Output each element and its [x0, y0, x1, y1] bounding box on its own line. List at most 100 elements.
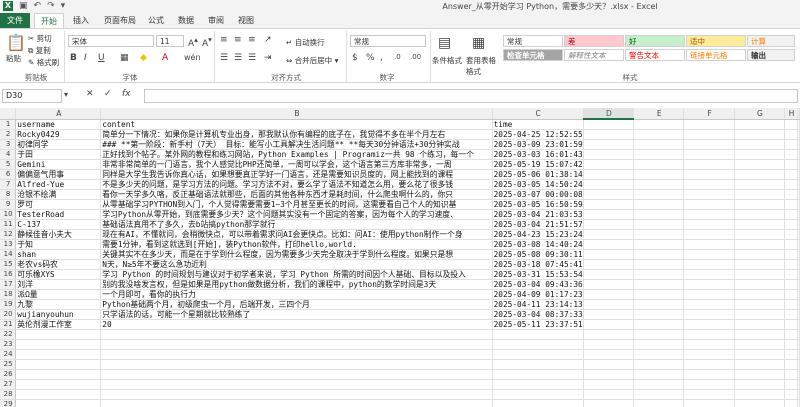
cell-b[interactable]: 基础语法真用不了多久，去b站搞python那学就行: [100, 219, 493, 230]
underline-icon[interactable]: U: [98, 53, 105, 63]
row-header[interactable]: 28: [0, 389, 17, 400]
cell-a[interactable]: [15, 339, 102, 350]
cell-h[interactable]: [784, 289, 798, 300]
cell-g[interactable]: [734, 229, 786, 240]
cell-f[interactable]: [683, 339, 735, 350]
cell-d[interactable]: [583, 319, 635, 330]
cell-c[interactable]: [492, 389, 584, 400]
cell-h[interactable]: [784, 149, 798, 160]
font-name-select[interactable]: 宋体: [68, 35, 154, 47]
cell-b[interactable]: [100, 399, 493, 407]
borders-icon[interactable]: ▦: [120, 53, 129, 63]
name-box[interactable]: D30: [2, 89, 62, 103]
row-header[interactable]: 13: [0, 239, 17, 250]
cell-e[interactable]: [633, 369, 685, 380]
cell-d[interactable]: [583, 269, 635, 280]
cell-g[interactable]: [734, 129, 786, 140]
cell-a[interactable]: wujianyouhun: [15, 309, 102, 320]
cell-g[interactable]: [734, 249, 786, 260]
align-center-icon[interactable]: ☰: [234, 53, 242, 63]
cell-a[interactable]: 静候佳音小夫大: [15, 229, 102, 240]
column-header-e[interactable]: E: [633, 108, 685, 120]
cell-g[interactable]: [734, 149, 786, 160]
cell-h[interactable]: [784, 159, 798, 170]
row-header[interactable]: 26: [0, 369, 17, 380]
cell-d[interactable]: [583, 169, 635, 180]
cell-a[interactable]: [15, 379, 102, 390]
cell-c[interactable]: [492, 399, 584, 407]
cell-f[interactable]: [683, 359, 735, 370]
cell-b[interactable]: [100, 339, 493, 350]
align-left-icon[interactable]: ☰: [220, 53, 228, 63]
cancel-icon[interactable]: ✕: [86, 89, 94, 99]
cell-f[interactable]: [683, 249, 735, 260]
worksheet[interactable]: A B C D E F G H 1 username content time 2 Rocky0429 简单…: [0, 108, 800, 407]
comma-icon[interactable]: ,: [380, 53, 383, 63]
cell-g[interactable]: [734, 119, 786, 130]
style-explanatory[interactable]: 解释性文本: [564, 49, 624, 61]
font-color-icon[interactable]: A: [162, 53, 168, 63]
cell-c[interactable]: 2025-04-09 01:17:23: [492, 289, 584, 300]
cell-b[interactable]: ### **第一阶段：新手村（7天） 目标：能写小工具解决生活问题** **每天…: [100, 139, 493, 150]
cell-a[interactable]: Alfred-Yue: [15, 179, 102, 190]
cell-e[interactable]: [633, 159, 685, 170]
cell-e[interactable]: [633, 269, 685, 280]
cell-b[interactable]: 关键其实不在多少天，而是在于学到什么程度，因为需要多少天完全取决于学到什么程度。…: [100, 249, 493, 260]
cell-f[interactable]: [683, 379, 735, 390]
cell-a[interactable]: 九黎: [15, 299, 102, 310]
increase-decimal-icon[interactable]: .0: [394, 53, 401, 61]
column-header-h[interactable]: H: [784, 108, 798, 120]
column-header-g[interactable]: G: [734, 108, 786, 120]
cell-b[interactable]: 同样是大学生我告诉你真心话，如果想要真正学好一门语言，还是需要知识员度的，网上能…: [100, 169, 493, 180]
number-format-select[interactable]: 常规: [350, 35, 426, 47]
column-header-b[interactable]: B: [100, 108, 493, 120]
cell-h[interactable]: [784, 349, 798, 360]
cell-b[interactable]: N天，N≥5年不要这么急功近利: [100, 259, 493, 270]
row-header[interactable]: 2: [0, 129, 17, 140]
conditional-format-icon[interactable]: ▤: [438, 35, 451, 51]
cell-h[interactable]: [784, 139, 798, 150]
cell-d[interactable]: [583, 379, 635, 390]
row-header[interactable]: 5: [0, 159, 17, 170]
cell-d[interactable]: [583, 209, 635, 220]
cell-b[interactable]: 从零基础学习PYTHON到入门，个人觉得需要需要1~3个月甚至更长的时间，这需要…: [100, 199, 493, 210]
cell-b[interactable]: [100, 329, 493, 340]
row-header[interactable]: 4: [0, 149, 17, 160]
cell-a[interactable]: Gemini: [15, 159, 102, 170]
cell-h[interactable]: [784, 389, 798, 400]
cell-b[interactable]: [100, 359, 493, 370]
row-header[interactable]: 8: [0, 189, 17, 200]
row-header[interactable]: 1: [0, 119, 17, 130]
style-normal[interactable]: 常规: [503, 35, 563, 47]
cell-c[interactable]: 2025-03-04 09:43:36: [492, 279, 584, 290]
cell-d[interactable]: [583, 299, 635, 310]
cell-c[interactable]: [492, 349, 584, 360]
cell-e[interactable]: [633, 259, 685, 270]
cell-h[interactable]: [784, 259, 798, 270]
fill-color-icon[interactable]: ◆: [140, 53, 147, 63]
cell-a[interactable]: TesterRoad: [15, 209, 102, 220]
cell-g[interactable]: [734, 389, 786, 400]
cell-e[interactable]: [633, 389, 685, 400]
cell-f[interactable]: [683, 319, 735, 330]
row-header[interactable]: 27: [0, 379, 17, 390]
cell-f[interactable]: [683, 269, 735, 280]
cell-e[interactable]: [633, 149, 685, 160]
indent-icon[interactable]: ⇥: [264, 53, 272, 63]
style-linked-cell[interactable]: 链接单元格: [686, 49, 746, 61]
style-calculation[interactable]: 计算: [747, 35, 795, 47]
cell-d[interactable]: [583, 279, 635, 290]
cell-e[interactable]: [633, 319, 685, 330]
cell-e[interactable]: [633, 179, 685, 190]
cell-a[interactable]: [15, 369, 102, 380]
cell-g[interactable]: [734, 379, 786, 390]
cell-d[interactable]: [583, 389, 635, 400]
cell-g[interactable]: [734, 219, 786, 230]
cell-f[interactable]: [683, 389, 735, 400]
cell-f[interactable]: [683, 349, 735, 360]
format-as-table-button[interactable]: 套用表格格式: [466, 55, 498, 77]
cell-c[interactable]: time: [492, 119, 584, 130]
cell-d[interactable]: [583, 249, 635, 260]
cell-e[interactable]: [633, 239, 685, 250]
select-all-corner[interactable]: [0, 108, 17, 120]
